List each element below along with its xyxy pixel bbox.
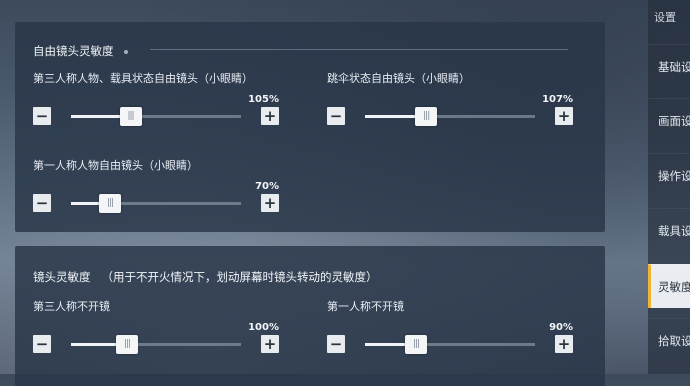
- increase-button[interactable]: +: [555, 335, 573, 353]
- slider-value: 107%: [542, 94, 573, 105]
- sidebar-item-graphics[interactable]: 画面设: [648, 98, 690, 142]
- sidebar-item-controls[interactable]: 操作设: [648, 153, 690, 197]
- settings-sidebar: 设置 基础设 画面设 操作设 载具设 灵敏度 拾取设: [648, 0, 690, 374]
- slider-thumb[interactable]: |||: [119, 107, 142, 126]
- slider-third-person-no-scope: 第三人称不开镜 100% − ||| +: [33, 298, 279, 358]
- slider-third-person-free-camera: 第三人称人物、载具状态自由镜头（小眼睛） 105% − ||| +: [33, 70, 279, 130]
- slider-track[interactable]: |||: [365, 107, 535, 126]
- increase-button[interactable]: +: [261, 107, 279, 125]
- slider-first-person-no-scope: 第一人称不开镜 90% − ||| +: [327, 298, 573, 358]
- slider-thumb[interactable]: |||: [405, 335, 427, 354]
- increase-button[interactable]: +: [555, 107, 573, 125]
- decrease-button[interactable]: −: [33, 194, 51, 212]
- decrease-button[interactable]: −: [33, 107, 51, 125]
- slider-value: 105%: [248, 94, 279, 105]
- slider-parachute-free-camera: 跳伞状态自由镜头（小眼睛） 107% − ||| +: [327, 70, 573, 130]
- slider-track[interactable]: |||: [365, 335, 535, 354]
- title-divider: [150, 49, 568, 50]
- decrease-button[interactable]: −: [327, 107, 345, 125]
- free-camera-title: 自由镜头灵敏度: [33, 43, 128, 59]
- sidebar-item-basic[interactable]: 基础设: [648, 44, 690, 88]
- slider-value: 90%: [549, 322, 573, 333]
- slider-thumb[interactable]: |||: [116, 335, 139, 354]
- slider-thumb[interactable]: |||: [99, 194, 122, 213]
- slider-track[interactable]: |||: [71, 194, 241, 213]
- slider-label: 第三人称不开镜: [33, 300, 110, 313]
- slider-label: 第一人称人物自由镜头（小眼睛）: [33, 159, 198, 172]
- slider-label: 跳伞状态自由镜头（小眼睛）: [327, 72, 470, 85]
- increase-button[interactable]: +: [261, 194, 279, 212]
- title-dot: [123, 49, 128, 54]
- camera-panel: 镜头灵敏度 （用于不开火情况下，划动屏幕时镜头转动的灵敏度） 第三人称不开镜 1…: [15, 246, 605, 386]
- increase-button[interactable]: +: [261, 335, 279, 353]
- sidebar-item-sensitivity[interactable]: 灵敏度: [648, 264, 690, 308]
- decrease-button[interactable]: −: [327, 335, 345, 353]
- slider-value: 100%: [248, 322, 279, 333]
- slider-track[interactable]: |||: [71, 107, 241, 126]
- slider-first-person-free-camera: 第一人称人物自由镜头（小眼睛） 70% − ||| +: [33, 157, 279, 217]
- slider-track[interactable]: |||: [71, 335, 241, 354]
- decrease-button[interactable]: −: [33, 335, 51, 353]
- camera-title: 镜头灵敏度 （用于不开火情况下，划动屏幕时镜头转动的灵敏度）: [33, 270, 378, 284]
- camera-subtitle: （用于不开火情况下，划动屏幕时镜头转动的灵敏度）: [101, 270, 378, 284]
- free-camera-panel: 自由镜头灵敏度 第三人称人物、载具状态自由镜头（小眼睛） 105% − ||| …: [15, 22, 605, 232]
- sidebar-header: 设置: [654, 11, 676, 24]
- slider-thumb[interactable]: |||: [415, 107, 438, 126]
- slider-value: 70%: [255, 181, 279, 192]
- sidebar-item-pickup[interactable]: 拾取设: [648, 318, 690, 362]
- slider-label: 第三人称人物、载具状态自由镜头（小眼睛）: [33, 72, 253, 85]
- slider-label: 第一人称不开镜: [327, 300, 404, 313]
- sidebar-item-vehicle[interactable]: 载具设: [648, 208, 690, 252]
